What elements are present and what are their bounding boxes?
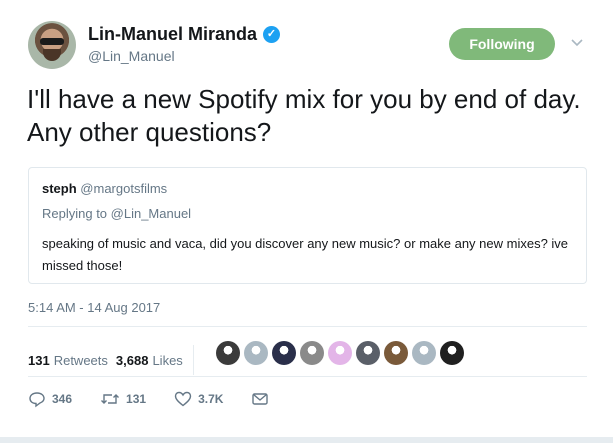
beard-shape	[43, 49, 61, 61]
retweets-label[interactable]: Retweets	[54, 353, 108, 368]
liker-avatar[interactable]	[216, 341, 240, 365]
liker-avatar[interactable]	[244, 341, 268, 365]
divider	[28, 376, 587, 377]
like-button[interactable]: 3.7K	[174, 390, 223, 408]
verified-badge-icon: ✓	[263, 26, 281, 43]
envelope-icon	[252, 393, 269, 405]
retweet-count: 131	[126, 392, 147, 406]
liker-avatar[interactable]	[300, 341, 324, 365]
reply-count: 346	[52, 392, 73, 406]
stats-separator	[192, 345, 194, 375]
liker-avatar[interactable]	[440, 341, 464, 365]
retweet-icon	[101, 394, 120, 404]
replying-to: Replying to @Lin_Manuel	[42, 206, 192, 221]
liker-avatar[interactable]	[412, 341, 436, 365]
retweet-button[interactable]: 131	[100, 390, 146, 408]
quoted-text: speaking of music and vaca, did you disc…	[42, 236, 569, 273]
sunglasses-shape	[40, 38, 64, 45]
tweet-text: I'll have a new Spotify mix for you by e…	[27, 84, 581, 147]
timestamp[interactable]: 5:14 AM - 14 Aug 2017	[28, 300, 160, 315]
avatar[interactable]	[28, 21, 76, 69]
reply-button[interactable]: 346	[28, 390, 72, 408]
chevron-down-icon[interactable]	[569, 34, 585, 50]
liker-avatar[interactable]	[384, 341, 408, 365]
liker-avatar[interactable]	[328, 341, 352, 365]
name-row: Lin-Manuel Miranda ✓	[88, 24, 281, 45]
quoted-handle: @margotsfilms	[80, 181, 168, 196]
bottom-border	[0, 437, 613, 443]
liker-avatar[interactable]	[272, 341, 296, 365]
user-handle[interactable]: @Lin_Manuel	[88, 48, 175, 64]
likes-label[interactable]: Likes	[152, 353, 182, 368]
liker-avatar[interactable]	[356, 341, 380, 365]
quoted-name: steph	[42, 181, 77, 196]
tweet-actions: 346 131 3.7K	[28, 390, 303, 408]
following-button[interactable]: Following	[449, 28, 555, 60]
likes-count[interactable]: 3,688	[116, 353, 149, 368]
display-name[interactable]: Lin-Manuel Miranda	[88, 24, 257, 45]
divider	[28, 326, 587, 327]
reply-icon	[29, 392, 45, 408]
retweets-count[interactable]: 131	[28, 353, 50, 368]
quoted-header: steph @margotsfilms	[42, 181, 167, 196]
quoted-tweet[interactable]: steph @margotsfilms Replying to @Lin_Man…	[28, 167, 587, 284]
liker-avatars	[216, 341, 464, 365]
heart-icon	[174, 391, 192, 407]
like-count: 3.7K	[198, 392, 224, 406]
tweet-card: Lin-Manuel Miranda ✓ @Lin_Manuel Followi…	[0, 0, 613, 443]
engagement-stats: 131 Retweets 3,688 Likes	[28, 345, 194, 375]
direct-message-button[interactable]	[251, 390, 275, 408]
